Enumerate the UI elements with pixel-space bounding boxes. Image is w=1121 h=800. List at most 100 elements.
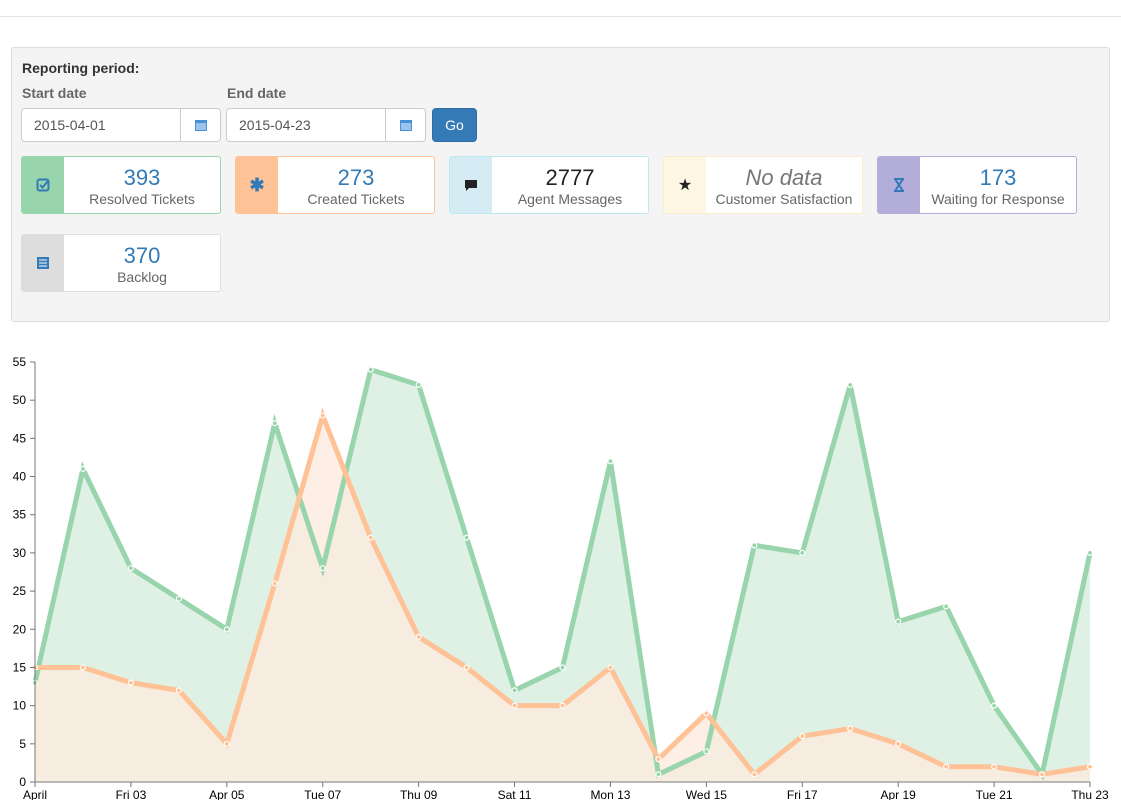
data-point bbox=[175, 595, 182, 602]
y-tick-label: 30 bbox=[13, 546, 27, 560]
data-point bbox=[559, 702, 566, 709]
data-point bbox=[367, 366, 374, 373]
stat-label: Agent Messages bbox=[517, 191, 623, 207]
y-tick-label: 0 bbox=[19, 775, 26, 789]
data-point bbox=[655, 755, 662, 763]
stat-value: 2777 bbox=[545, 165, 595, 190]
start-date-label: Start date bbox=[22, 85, 87, 101]
data-point bbox=[319, 412, 326, 419]
data-point bbox=[751, 771, 758, 778]
asterisk-icon: ✱ bbox=[236, 157, 278, 213]
data-point bbox=[1038, 771, 1046, 778]
calendar-icon[interactable] bbox=[386, 108, 426, 142]
data-point bbox=[990, 763, 998, 770]
data-point bbox=[607, 664, 614, 671]
x-tick-label: Fri 17 bbox=[787, 788, 818, 800]
x-tick-label: Wed 15 bbox=[686, 788, 727, 800]
reporting-period-title: Reporting period: bbox=[22, 60, 140, 76]
y-tick-label: 20 bbox=[13, 622, 27, 636]
x-tick-label: April bbox=[23, 788, 47, 800]
y-tick-label: 55 bbox=[13, 355, 27, 369]
data-point bbox=[511, 702, 518, 709]
star-icon: ★ bbox=[664, 157, 706, 213]
stat-label: Created Tickets bbox=[307, 191, 405, 207]
y-tick-label: 25 bbox=[13, 584, 27, 598]
data-point bbox=[31, 679, 39, 686]
stat-value: No data bbox=[745, 165, 823, 190]
stat-value: 273 bbox=[337, 165, 375, 190]
series-line-1 bbox=[35, 407, 1091, 778]
data-point bbox=[223, 740, 230, 747]
data-point bbox=[847, 725, 854, 732]
stat-card-agent-messages[interactable]: 2777 Agent Messages bbox=[449, 156, 649, 214]
stat-label: Resolved Tickets bbox=[89, 191, 195, 207]
data-point bbox=[79, 465, 87, 473]
y-tick-label: 10 bbox=[13, 699, 27, 713]
series-area-0 bbox=[35, 369, 1090, 782]
start-date-input[interactable] bbox=[21, 108, 181, 142]
x-tick-label: Mon 13 bbox=[590, 788, 630, 800]
data-point bbox=[463, 664, 470, 671]
list-icon bbox=[22, 235, 64, 291]
start-date-group bbox=[21, 108, 221, 142]
data-point bbox=[31, 664, 39, 671]
stat-value: 370 bbox=[123, 243, 161, 268]
stat-card-backlog[interactable]: 370 Backlog bbox=[21, 234, 221, 292]
y-tick-label: 15 bbox=[13, 660, 27, 674]
data-point bbox=[847, 381, 854, 389]
x-tick-label: Sat 11 bbox=[498, 788, 532, 800]
y-tick-label: 35 bbox=[13, 508, 27, 522]
stat-card-waiting-for-response[interactable]: 173 Waiting for Response bbox=[877, 156, 1077, 214]
data-point bbox=[415, 633, 422, 641]
stat-value: 173 bbox=[979, 165, 1017, 190]
calendar-icon[interactable] bbox=[181, 108, 221, 142]
stat-card-customer-satisfaction[interactable]: ★ No data Customer Satisfaction bbox=[663, 156, 863, 214]
top-divider bbox=[0, 16, 1121, 17]
data-point bbox=[511, 687, 518, 694]
stat-label: Customer Satisfaction bbox=[715, 191, 853, 207]
data-point bbox=[127, 679, 135, 686]
data-point bbox=[271, 580, 278, 587]
end-date-input[interactable] bbox=[226, 108, 386, 142]
data-point bbox=[655, 771, 662, 778]
data-point bbox=[1086, 549, 1094, 557]
stat-card-created-tickets[interactable]: ✱ 273 Created Tickets bbox=[235, 156, 435, 214]
x-tick-label: Tue 21 bbox=[976, 788, 1013, 800]
x-tick-label: Thu 23 bbox=[1071, 788, 1109, 800]
data-point bbox=[607, 458, 614, 465]
stat-card-resolved-tickets[interactable]: 393 Resolved Tickets bbox=[21, 156, 221, 214]
data-point bbox=[175, 687, 182, 694]
data-point bbox=[990, 702, 998, 709]
data-point bbox=[943, 763, 950, 770]
hourglass-icon bbox=[878, 157, 920, 213]
x-tick-label: Fri 03 bbox=[116, 788, 147, 800]
y-tick-label: 45 bbox=[13, 431, 27, 445]
check-square-icon bbox=[22, 157, 64, 213]
data-point bbox=[1038, 771, 1046, 778]
data-point bbox=[895, 618, 902, 625]
comment-icon bbox=[450, 157, 492, 213]
series-line-0 bbox=[32, 366, 1093, 781]
data-point bbox=[127, 565, 135, 572]
data-point bbox=[223, 626, 230, 633]
data-point bbox=[463, 534, 470, 541]
stat-value: 393 bbox=[123, 165, 161, 190]
data-point bbox=[703, 710, 710, 717]
data-point bbox=[367, 534, 374, 541]
end-date-label: End date bbox=[227, 85, 287, 101]
data-point bbox=[1086, 763, 1094, 770]
end-date-group bbox=[226, 108, 426, 142]
x-tick-label: Thu 09 bbox=[400, 788, 438, 800]
series-area-1 bbox=[35, 415, 1090, 782]
y-tick-label: 50 bbox=[13, 393, 27, 407]
data-point bbox=[559, 664, 566, 671]
x-tick-label: Apr 19 bbox=[881, 788, 917, 800]
x-tick-label: Apr 05 bbox=[209, 788, 245, 800]
y-tick-label: 5 bbox=[19, 737, 26, 751]
data-point bbox=[895, 740, 902, 747]
go-button[interactable]: Go bbox=[432, 108, 477, 142]
data-point bbox=[703, 748, 710, 755]
x-tick-label: Tue 07 bbox=[304, 788, 341, 800]
y-tick-label: 40 bbox=[13, 470, 27, 484]
data-point bbox=[319, 565, 326, 572]
